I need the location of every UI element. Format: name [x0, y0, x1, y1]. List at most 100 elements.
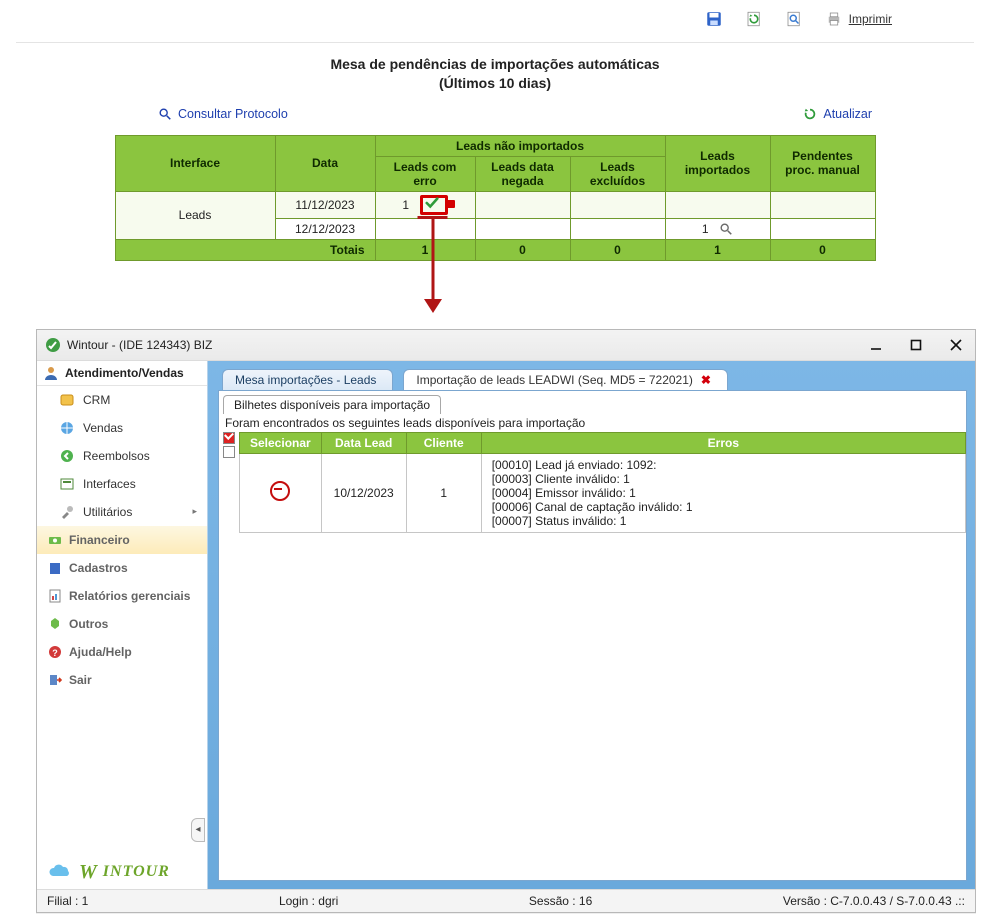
titlebar: Wintour - (IDE 124343) BIZ	[37, 330, 975, 361]
sidebar-collapse-button[interactable]: ◂	[191, 818, 205, 842]
tab-importacao-leads[interactable]: Importação de leads LEADWI (Seq. MD5 = 7…	[403, 369, 728, 390]
col-com-erro: Leads com erro	[375, 156, 475, 191]
cell-importados	[665, 191, 770, 218]
consult-protocol-link[interactable]: Consultar Protocolo	[158, 107, 288, 121]
app-logo: WWINTOURINTOUR	[37, 848, 207, 889]
table-row: Leads 11/12/2023 1	[115, 191, 875, 218]
cloud-icon	[47, 864, 73, 880]
sidebar-section-sair[interactable]: Sair	[37, 666, 207, 694]
consult-protocol-label: Consultar Protocolo	[178, 107, 288, 121]
printer-icon	[825, 10, 843, 28]
tab-mesa-importacoes[interactable]: Mesa importações - Leads	[222, 369, 393, 390]
error-line: [00010] Lead já enviado: 1092:	[492, 458, 955, 472]
totals-label: Totais	[115, 239, 375, 260]
sidebar-section-label: Relatórios gerenciais	[69, 589, 190, 603]
sidebar-item-interfaces[interactable]: Interfaces	[37, 470, 207, 498]
sidebar-item-vendas[interactable]: Vendas	[37, 414, 207, 442]
report-toolbar: Imprimir	[8, 6, 982, 32]
maximize-button[interactable]	[905, 334, 927, 356]
error-line: [00003] Cliente inválido: 1	[492, 472, 955, 486]
money-icon	[47, 532, 63, 548]
sidebar-section-label: Sair	[69, 673, 92, 687]
sidebar-section-relatorios[interactable]: Relatórios gerenciais	[37, 582, 207, 610]
error-line: [00007] Status inválido: 1	[492, 514, 955, 528]
close-button[interactable]	[945, 334, 967, 356]
status-sessao: Sessão : 16	[529, 894, 592, 908]
tab-label: Mesa importações - Leads	[235, 373, 376, 387]
cell-selecionar[interactable]	[240, 453, 322, 532]
search-icon[interactable]	[719, 222, 733, 236]
globe-icon	[59, 420, 75, 436]
cell-data-negada	[475, 191, 570, 218]
folder-icon	[47, 560, 63, 576]
sidebar-section-financeiro[interactable]: Financeiro	[37, 526, 207, 554]
status-versao: Versão : C-7.0.0.43 / S-7.0.0.43 .::	[783, 894, 965, 908]
refresh-page-icon[interactable]	[745, 10, 763, 28]
cell-interface: Leads	[115, 191, 275, 239]
totals-data-negada: 0	[475, 239, 570, 260]
sidebar-section-cadastros[interactable]: Cadastros	[37, 554, 207, 582]
sidebar-section-label: Financeiro	[69, 533, 130, 547]
app-window: Wintour - (IDE 124343) BIZ Atendimento/V…	[36, 329, 976, 913]
chevron-right-icon: ▸	[192, 506, 197, 517]
col-interface: Interface	[115, 135, 275, 191]
tab-label: Importação de leads LEADWI (Seq. MD5 = 7…	[416, 373, 692, 387]
sidebar-section-ajuda[interactable]: ? Ajuda/Help	[37, 638, 207, 666]
col-imported: Leads importados	[665, 135, 770, 191]
cell-pendentes	[770, 218, 875, 239]
back-icon	[59, 448, 75, 464]
cell-excluidos	[570, 191, 665, 218]
cell-importados-value: 1	[702, 222, 709, 236]
col-data: Data	[275, 135, 375, 191]
inner-tab-bilhetes[interactable]: Bilhetes disponíveis para importação	[223, 395, 441, 414]
grid-row[interactable]: 10/12/2023 1 [00010] Lead já enviado: 10…	[240, 453, 966, 532]
refresh-icon	[803, 107, 817, 121]
sidebar: Atendimento/Vendas CRM Vendas Reembolsos…	[37, 361, 208, 889]
col-excluidos: Leads excluídos	[570, 156, 665, 191]
report-title: Mesa de pendências de importações automá…	[8, 55, 982, 93]
sidebar-item-reembolsos[interactable]: Reembolsos	[37, 442, 207, 470]
cell-pendentes	[770, 191, 875, 218]
help-icon: ?	[47, 644, 63, 660]
save-icon[interactable]	[705, 10, 723, 28]
sidebar-section-outros[interactable]: Outros	[37, 610, 207, 638]
cell-com-erro: 1	[375, 191, 475, 218]
report-title-line1: Mesa de pendências de importações automá…	[8, 55, 982, 74]
sidebar-item-label: Utilitários	[83, 505, 132, 519]
print-link[interactable]: Imprimir	[825, 10, 892, 28]
select-all-checked[interactable]	[223, 432, 235, 444]
totals-excluidos: 0	[570, 239, 665, 260]
sidebar-item-crm[interactable]: CRM	[37, 386, 207, 414]
exit-icon	[47, 672, 63, 688]
col-cliente: Cliente	[406, 432, 481, 453]
main-panel: Bilhetes disponíveis para importação For…	[218, 390, 967, 881]
sidebar-item-label: Vendas	[83, 421, 123, 435]
sidebar-header: Atendimento/Vendas	[37, 361, 207, 386]
error-line: [00004] Emissor inválido: 1	[492, 486, 955, 500]
print-label: Imprimir	[849, 12, 892, 26]
app-icon	[45, 337, 61, 353]
totals-pendentes: 0	[770, 239, 875, 260]
crm-icon	[59, 392, 75, 408]
refresh-link[interactable]: Atualizar	[803, 107, 872, 121]
sidebar-section-label: Cadastros	[69, 561, 128, 575]
error-line: [00006] Canal de captação inválido: 1	[492, 500, 955, 514]
cell-date: 12/12/2023	[275, 218, 375, 239]
close-tab-icon[interactable]: ✖	[701, 373, 711, 387]
cell-excluidos	[570, 218, 665, 239]
inner-tab-label: Bilhetes disponíveis para importação	[234, 398, 430, 412]
svg-text:?: ?	[52, 648, 58, 658]
select-all-unchecked[interactable]	[223, 446, 235, 458]
divider	[16, 42, 974, 43]
minimize-button[interactable]	[865, 334, 887, 356]
search-page-icon[interactable]	[785, 10, 803, 28]
person-icon	[43, 365, 59, 381]
window-title: Wintour - (IDE 124343) BIZ	[67, 338, 212, 352]
statusbar: Filial : 1 Login : dgri Sessão : 16 Vers…	[37, 889, 975, 912]
sidebar-item-utilitarios[interactable]: Utilitários ▸	[37, 498, 207, 526]
totals-com-erro: 1	[375, 239, 475, 260]
report-title-line2: (Últimos 10 dias)	[8, 74, 982, 93]
sidebar-item-label: CRM	[83, 393, 110, 407]
cell-cliente: 1	[406, 453, 481, 532]
approve-icon[interactable]	[420, 195, 448, 215]
